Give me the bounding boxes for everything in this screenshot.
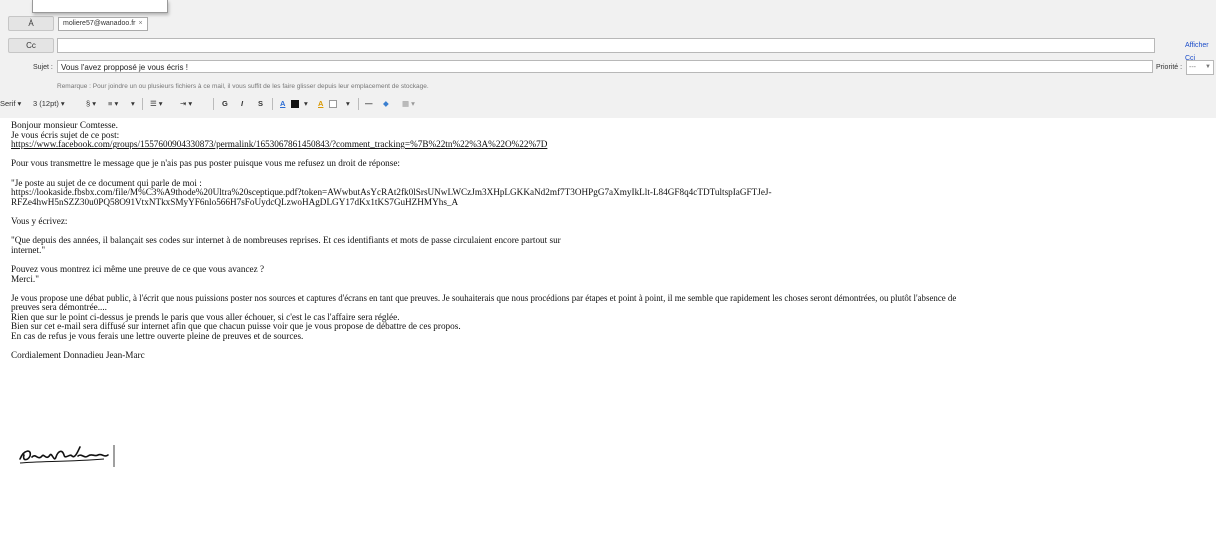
font-size-select[interactable]: 3 (12pt) ▾	[33, 99, 65, 109]
subject-field[interactable]: Vous l'avez propposé je vous écris !	[57, 60, 1153, 73]
chevron-down-icon[interactable]: ▾	[346, 99, 350, 109]
cc-field[interactable]	[57, 38, 1155, 53]
body-line: Merci."	[11, 273, 39, 284]
message-body[interactable]: Bonjour monsieur Comtesse. Je vous écris…	[11, 120, 1211, 361]
underline-button[interactable]: S	[258, 99, 263, 109]
cc-button[interactable]: Cc	[8, 38, 54, 53]
attachment-note: Remarque : Pour joindre un ou plusieurs …	[57, 83, 429, 90]
body-line: Vous y écrivez:	[11, 215, 68, 226]
body-line: Cordialement Donnadieu Jean-Marc	[11, 350, 145, 361]
body-line: Pouvez vous montrez ici même une preuve …	[11, 263, 265, 274]
text-color-button[interactable]: A	[280, 99, 285, 109]
priority-value: ---	[1189, 64, 1196, 71]
insert-image-icon[interactable]: ◆	[383, 99, 389, 109]
bold-button[interactable]: G	[222, 99, 228, 109]
toolbar-divider	[358, 98, 359, 110]
indent-select[interactable]: ⇥ ▾	[180, 99, 192, 109]
toolbar-divider	[272, 98, 273, 110]
body-link[interactable]: https://www.facebook.com/groups/15576009…	[11, 140, 1211, 150]
formatting-toolbar: Serif ▾ 3 (12pt) ▾ § ▾ ≡ ▾ ▾ ☰ ▾ ⇥ ▾ G I…	[0, 96, 1216, 112]
body-line: "Que depuis des années, il balançait ses…	[11, 235, 561, 246]
horizontal-rule-button[interactable]: —	[365, 99, 373, 109]
font-family-select[interactable]: Serif ▾	[0, 99, 21, 109]
to-button[interactable]: À	[8, 16, 54, 31]
body-line: RFZe4hwH5nSZZ30u0PQ58O91VtxNTkxSMyYF6nlo…	[11, 196, 459, 207]
priority-select[interactable]: --- ▼	[1186, 60, 1214, 75]
compose-header: À moliere57@wanadoo.fr × Cc Afficher Cci …	[0, 0, 1216, 118]
body-line: En cas de refus je vous ferais une lettr…	[11, 331, 304, 342]
autocomplete-popup	[32, 0, 168, 13]
toolbar-divider	[142, 98, 143, 110]
italic-button[interactable]: I	[241, 99, 243, 109]
highlight-color-button[interactable]: A	[318, 99, 323, 109]
body-line: internet."	[11, 244, 46, 255]
chevron-down-icon: ▼	[1205, 64, 1211, 70]
toolbar-divider	[213, 98, 214, 110]
align-select[interactable]: ≡ ▾	[108, 99, 118, 109]
body-line: Bonjour monsieur Comtesse.	[11, 120, 118, 130]
recipient-chip[interactable]: moliere57@wanadoo.fr ×	[58, 17, 148, 31]
table-select[interactable]: ▦ ▾	[402, 99, 415, 109]
recipient-address: moliere57@wanadoo.fr	[63, 20, 136, 27]
paragraph-style-select[interactable]: § ▾	[86, 99, 96, 109]
body-line: Pour vous transmettre le message que je …	[11, 158, 400, 169]
list-select[interactable]: ☰ ▾	[150, 99, 163, 109]
highlight-swatch[interactable]	[329, 100, 337, 108]
signature-image	[18, 443, 128, 474]
body-line: Je vous propose une débat public, à l'éc…	[11, 292, 957, 303]
close-icon[interactable]: ×	[138, 20, 142, 27]
priority-label: Priorité :	[1156, 64, 1183, 71]
text-color-swatch[interactable]	[291, 100, 299, 108]
subject-label: Sujet :	[33, 64, 53, 71]
chevron-down-icon[interactable]: ▾	[304, 99, 308, 109]
chevron-down-icon[interactable]: ▾	[131, 99, 135, 109]
